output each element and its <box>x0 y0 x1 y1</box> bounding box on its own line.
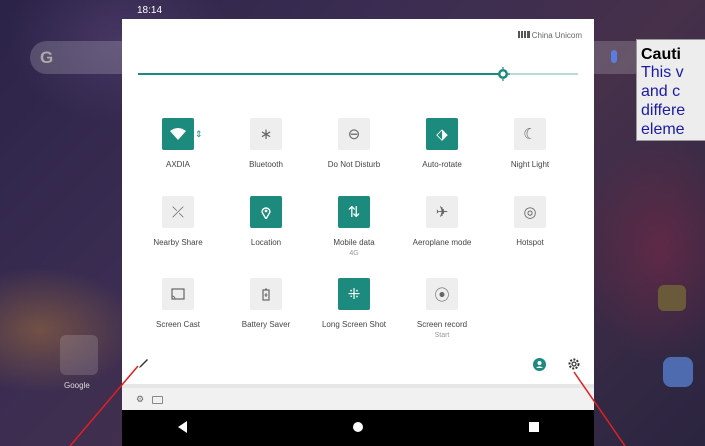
do-not-disturb-icon[interactable]: ⊖ <box>338 118 370 150</box>
caution-line: differe <box>641 102 686 119</box>
tile-bluetooth[interactable]: ∗ Bluetooth <box>222 118 310 169</box>
airplane-icon[interactable]: ✈ <box>426 196 458 228</box>
tile-label: Nearby Share <box>153 238 203 247</box>
tile-aeroplane-mode[interactable]: ✈ Aeroplane mode <box>398 196 486 247</box>
phone-app-icon[interactable] <box>663 357 693 387</box>
nearby-share-icon[interactable]: ⤫ <box>162 196 194 228</box>
caution-title: Cauti <box>641 46 681 63</box>
tile-label: Do Not Disturb <box>327 160 381 169</box>
bluetooth-icon[interactable]: ∗ <box>250 118 282 150</box>
google-app-folder[interactable] <box>60 335 98 375</box>
status-time: 18:14 <box>137 5 163 16</box>
tile-label: Auto-rotate <box>422 160 462 169</box>
tile-nearby-share[interactable]: ⤫ Nearby Share <box>134 196 222 247</box>
notification-gear-icon: ⚙ <box>136 394 145 404</box>
tile-label: Night Light <box>510 160 550 169</box>
back-button[interactable] <box>178 421 187 433</box>
tile-location[interactable]: Location <box>222 196 310 247</box>
caution-line: and c <box>641 83 681 100</box>
caution-callout: Cauti This v and c differe eleme <box>636 39 705 141</box>
battery-saver-icon[interactable] <box>250 278 282 310</box>
tile-sublabel: Start <box>434 332 450 339</box>
settings-gear-icon[interactable] <box>567 357 581 371</box>
brightness-thumb-icon[interactable] <box>496 67 511 81</box>
wifi-icon[interactable] <box>162 118 194 150</box>
caution-line: This v <box>641 64 684 81</box>
tile-label: Aeroplane mode <box>412 238 472 247</box>
tile-do-not-disturb[interactable]: ⊖ Do Not Disturb <box>310 118 398 169</box>
edit-pencil-icon[interactable] <box>138 357 150 369</box>
app-icon[interactable] <box>658 285 686 311</box>
google-logo: G <box>40 48 54 67</box>
carrier-name: China Unicom <box>531 31 582 40</box>
tile-long-screen-shot[interactable]: ⁜ Long Screen Shot <box>310 278 398 329</box>
tile-hotspot[interactable]: ◎ Hotspot <box>486 196 574 247</box>
tile-label: Hotspot <box>516 238 544 247</box>
carrier-indicator: China Unicom <box>517 31 582 40</box>
navigation-bar <box>122 410 594 446</box>
tile-axdia[interactable]: ⇕ AXDIA <box>134 118 222 169</box>
brightness-slider[interactable] <box>138 67 578 81</box>
tile-screen-cast[interactable]: Screen Cast <box>134 278 222 329</box>
keyboard-icon <box>152 396 163 404</box>
tile-label: Screen Cast <box>155 320 201 329</box>
tile-sublabel: 4G <box>349 250 359 257</box>
tile-label: Bluetooth <box>249 160 283 169</box>
tile-night-light[interactable]: ☾ Night Light <box>486 118 574 169</box>
tile-mobile-data[interactable]: ⇅ Mobile data 4G <box>310 196 398 257</box>
user-icon[interactable] <box>533 358 546 371</box>
tile-auto-rotate[interactable]: ⬗ Auto-rotate <box>398 118 486 169</box>
folder-label: Google <box>64 381 90 390</box>
recents-button[interactable] <box>529 422 539 432</box>
tile-battery-saver[interactable]: Battery Saver <box>222 278 310 329</box>
screen-record-icon[interactable]: ⦿ <box>426 278 458 310</box>
location-icon[interactable] <box>250 196 282 228</box>
tile-label: Battery Saver <box>241 320 291 329</box>
brightness-fill <box>138 73 504 75</box>
quick-settings-panel: China Unicom ⇕ AXDIA ∗ Bluetooth ⊖ Do Not Dis… <box>122 19 594 384</box>
auto-rotate-icon[interactable]: ⬗ <box>426 118 458 150</box>
tile-label: AXDIA <box>165 160 190 169</box>
tile-screen-record[interactable]: ⦿ Screen record Start <box>398 278 486 339</box>
tile-label: Screen record <box>416 320 468 329</box>
notification-bar: ⚙ <box>122 388 594 410</box>
home-button[interactable] <box>353 422 363 432</box>
night-light-icon[interactable]: ☾ <box>514 118 546 150</box>
expand-arrow-icon[interactable]: ⇕ <box>195 129 203 140</box>
signal-icon <box>517 31 530 38</box>
long-screenshot-icon[interactable]: ⁜ <box>338 278 370 310</box>
tile-label: Long Screen Shot <box>321 320 387 329</box>
caution-line: eleme <box>641 121 685 138</box>
mic-icon[interactable] <box>611 50 617 63</box>
tile-label: Location <box>250 238 282 247</box>
screen-cast-icon[interactable] <box>162 278 194 310</box>
hotspot-icon[interactable]: ◎ <box>514 196 546 228</box>
tile-label: Mobile data <box>333 238 375 247</box>
mobile-data-icon[interactable]: ⇅ <box>338 196 370 228</box>
